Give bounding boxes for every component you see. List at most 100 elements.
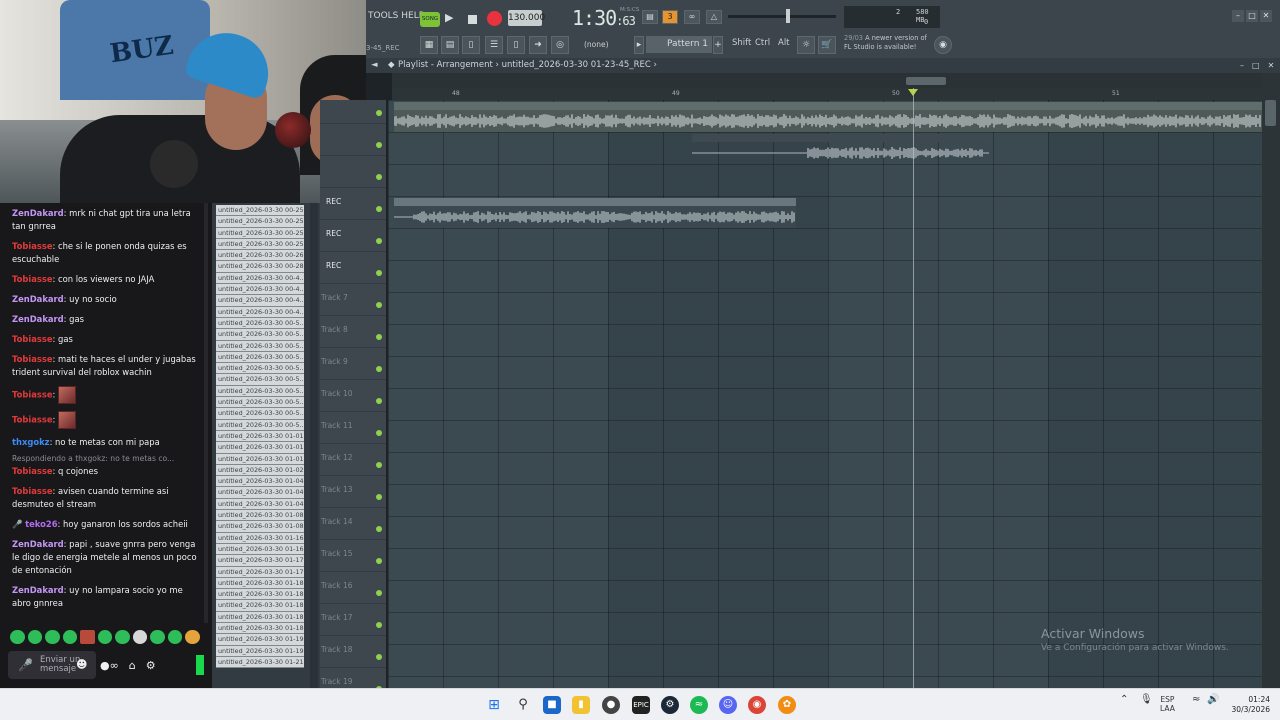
master-volume-knob[interactable] xyxy=(786,9,790,23)
playlist-menu-icon[interactable]: ◆ xyxy=(388,58,395,73)
track-header[interactable]: REC xyxy=(320,252,386,284)
browser-file-item[interactable]: untitled_2026-03-30 00-26... xyxy=(216,250,304,262)
browser-file-item[interactable]: untitled_2026-03-30 01-04... xyxy=(216,498,304,511)
language-indicator[interactable]: ESP LAA xyxy=(1160,695,1175,713)
maximize-icon[interactable]: □ xyxy=(1246,10,1258,22)
shift-key[interactable]: Shift xyxy=(732,38,751,48)
track-header[interactable]: Track 7 xyxy=(320,284,386,316)
track-header[interactable]: Track 13 xyxy=(320,476,386,508)
metronome-icon[interactable]: △ xyxy=(706,10,722,24)
emote[interactable] xyxy=(132,630,148,644)
maximize-icon[interactable]: □ xyxy=(1252,58,1260,73)
browser-file-item[interactable]: untitled_2026-03-30 00-4... xyxy=(216,295,304,307)
mic-input-icon[interactable]: ◎ xyxy=(551,36,569,54)
stop-button[interactable] xyxy=(468,15,477,24)
browser-file-item[interactable]: untitled_2026-03-30 00-5... xyxy=(216,408,304,420)
track-mute-led[interactable] xyxy=(376,270,382,276)
track-header[interactable]: Track 11 xyxy=(320,412,386,444)
mic-icon[interactable]: 🎤 xyxy=(18,658,33,672)
track-header[interactable] xyxy=(320,156,386,188)
audio-clip-beat[interactable]: DOLY FLACKKO X FROZOUDA X CLUSTER TYPE B… xyxy=(394,102,1262,132)
close-icon[interactable]: ✕ xyxy=(1260,10,1272,22)
emote[interactable] xyxy=(185,630,201,644)
chat-username[interactable]: Tobiasse xyxy=(12,241,53,251)
chat-username[interactable]: ZenDakard xyxy=(12,585,64,595)
browser-file-item[interactable]: untitled_2026-03-30 01-16... xyxy=(216,543,304,556)
track-header[interactable]: Track 9 xyxy=(320,348,386,380)
track-mute-led[interactable] xyxy=(376,238,382,244)
track-mute-led[interactable] xyxy=(376,430,382,436)
update-notice[interactable]: 29/03 A newer version of FL Studio is ava… xyxy=(844,34,927,52)
track-mute-led[interactable] xyxy=(376,590,382,596)
browser-file-item[interactable]: untitled_2026-03-30 00-4... xyxy=(216,284,304,296)
track-mute-led[interactable] xyxy=(376,110,382,116)
browser-file-item[interactable]: untitled_2026-03-30 01-04... xyxy=(216,487,304,499)
browser-file-item[interactable]: untitled_2026-03-30 01-01... xyxy=(216,453,304,465)
menu-tools-help[interactable]: TOOLS HELP xyxy=(368,11,424,21)
chat-send-button[interactable] xyxy=(196,655,204,675)
snap-selector[interactable]: (none) xyxy=(584,38,628,52)
browser-file-item[interactable]: untitled_2026-03-30 01-19... xyxy=(216,645,304,657)
browser-file-item[interactable]: untitled_2026-03-30 00-5... xyxy=(216,397,304,409)
browser-icon[interactable]: ☰ xyxy=(485,36,503,54)
playlist-overview-thumb[interactable] xyxy=(906,77,946,85)
track-mute-led[interactable] xyxy=(376,142,382,148)
collapse-icon[interactable]: ◄ xyxy=(371,58,378,73)
fl-studio-icon[interactable]: ✿ xyxy=(778,696,796,714)
pattern-selector[interactable]: Pattern 1 xyxy=(646,36,712,53)
browser-file-item[interactable]: untitled_2026-03-30 00-28... xyxy=(216,261,304,273)
settings-icon[interactable]: ⚙ xyxy=(146,659,156,672)
track-mute-led[interactable] xyxy=(376,366,382,372)
play-button[interactable]: ▶ xyxy=(445,11,453,24)
playlist-icon[interactable]: ▦ xyxy=(420,36,438,54)
browser-file-item[interactable]: untitled_2026-03-30 00-25... xyxy=(216,216,304,228)
typing-keyboard-icon[interactable]: ▤ xyxy=(642,10,658,24)
chat-username[interactable]: Tobiasse xyxy=(12,486,53,496)
browser-file-item[interactable]: untitled_2026-03-30 01-17... xyxy=(216,566,304,578)
emote[interactable] xyxy=(10,630,25,644)
track-mute-led[interactable] xyxy=(376,558,382,564)
record-button[interactable] xyxy=(487,11,502,26)
browser-file-item[interactable]: untitled_2026-03-30 01-18... xyxy=(216,622,304,635)
timeline-ruler[interactable]: 48 49 50 51 xyxy=(392,88,1262,100)
track-header[interactable]: Track 16 xyxy=(320,572,386,604)
browser-file-item[interactable]: untitled_2026-03-30 00-25... xyxy=(216,227,304,239)
emote[interactable] xyxy=(150,630,165,644)
browser-file-item[interactable]: untitled_2026-03-30 00-25... xyxy=(216,205,304,217)
chat-username[interactable]: Tobiasse xyxy=(12,466,53,476)
discord-icon[interactable]: ☺ xyxy=(719,696,737,714)
online-icon[interactable]: ☼ xyxy=(797,36,815,54)
emote[interactable] xyxy=(27,630,43,644)
browser-file-item[interactable]: untitled_2026-03-30 01-08... xyxy=(216,521,304,533)
obs-icon[interactable]: ● xyxy=(602,696,620,714)
chat-username[interactable]: Tobiasse xyxy=(12,354,53,364)
store-icon[interactable]: ⌂ xyxy=(129,659,136,672)
browser-file-item[interactable]: untitled_2026-03-30 01-18... xyxy=(216,589,304,601)
mixer-icon[interactable]: ▯ xyxy=(507,36,525,54)
browser-file-item[interactable]: untitled_2026-03-30 01-02... xyxy=(216,464,304,477)
track-header[interactable] xyxy=(320,124,386,156)
bits-icon[interactable]: ●∞ xyxy=(100,659,119,672)
track-header[interactable]: Track 15 xyxy=(320,540,386,572)
channel-rack-icon[interactable]: ▯ xyxy=(462,36,480,54)
browser-file-item[interactable]: untitled_2026-03-30 01-18... xyxy=(216,600,304,612)
search-icon[interactable]: ⚲ xyxy=(514,696,532,714)
browser-scrollbar[interactable] xyxy=(310,203,318,688)
speaker-icon[interactable]: 🔊 xyxy=(1207,695,1219,705)
browser-file-item[interactable]: untitled_2026-03-30 00-5... xyxy=(216,351,304,364)
chat-username[interactable]: ZenDakard xyxy=(12,294,64,304)
track-header[interactable]: Track 18 xyxy=(320,636,386,668)
wifi-icon[interactable]: ≈ xyxy=(1192,695,1200,705)
playlist-vertical-thumb[interactable] xyxy=(1265,100,1276,126)
chat-username[interactable]: Tobiasse xyxy=(12,415,53,425)
track-mute-led[interactable] xyxy=(376,494,382,500)
browser-file-item[interactable]: untitled_2026-03-30 00-5... xyxy=(216,340,304,352)
browser-file-item[interactable]: untitled_2026-03-30 00-5... xyxy=(216,419,304,431)
track-mute-led[interactable] xyxy=(376,206,382,212)
playlist-vertical-scrollbar[interactable] xyxy=(1262,73,1280,688)
spotify-icon[interactable]: ≈ xyxy=(690,696,708,714)
browser-file-item[interactable]: untitled_2026-03-30 00-4... xyxy=(216,306,304,318)
minimize-icon[interactable]: – xyxy=(1240,58,1244,73)
audio-clip-rec-1[interactable]: untitled_2026-03-30 01-23-45_REC xyxy=(692,134,990,164)
browser-file-item[interactable]: untitled_2026-03-30 01-08... xyxy=(216,510,304,522)
